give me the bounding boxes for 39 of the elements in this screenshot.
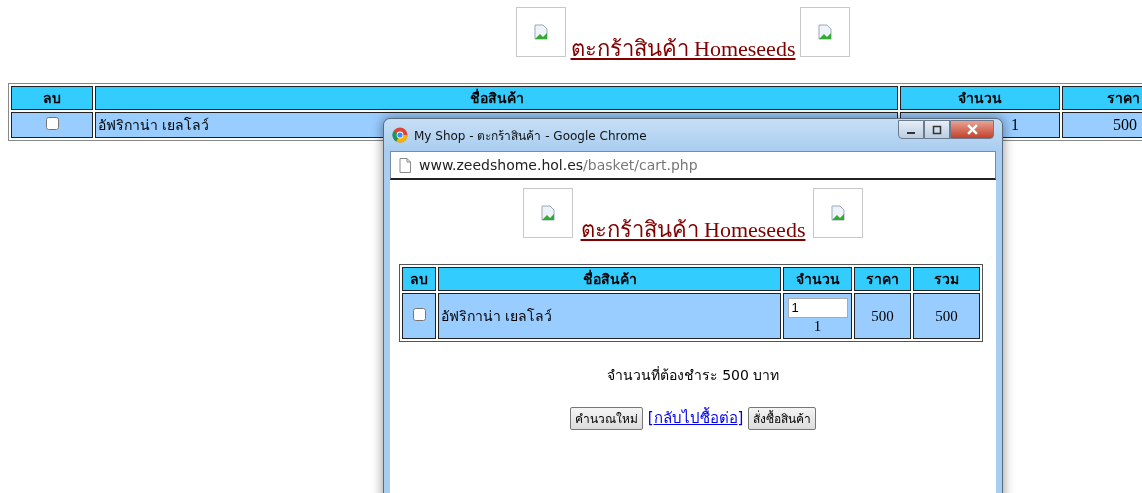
- form-button[interactable]: สั่งซื้อสินค้า: [748, 406, 817, 430]
- column-header: จำนวน: [900, 86, 1060, 110]
- column-header: รวม: [913, 267, 980, 291]
- delete-checkbox[interactable]: [45, 117, 59, 130]
- table-cell: 500: [854, 293, 911, 339]
- continue-shopping-link[interactable]: กลับไปซื้อต่อ: [653, 406, 738, 430]
- broken-image-icon: [539, 205, 556, 221]
- close-button[interactable]: [950, 120, 994, 139]
- column-header: ชื่อสินค้า: [438, 267, 781, 291]
- page-title-link[interactable]: ตะกร้าสินค้า Homeseeds: [580, 217, 806, 242]
- page-icon: [399, 157, 411, 173]
- column-header: ราคา: [854, 267, 911, 291]
- address-bar[interactable]: www.zeedshome.hol.es/basket/cart.php: [390, 151, 996, 180]
- column-header: ชื่อสินค้า: [95, 86, 898, 110]
- quantity-text: 1: [813, 317, 822, 334]
- broken-image-icon: [817, 24, 834, 40]
- page-title-link[interactable]: ตะกร้าสินค้า Homeseeds: [570, 36, 796, 61]
- form-button[interactable]: คำนวณใหม่: [569, 406, 643, 430]
- bracket-text: ]: [737, 409, 744, 427]
- column-header: ราคา: [1062, 86, 1142, 110]
- maximize-button[interactable]: [924, 120, 950, 139]
- minimize-icon: [907, 131, 915, 134]
- bracket-text: [: [647, 409, 654, 427]
- maximize-icon: [932, 124, 942, 135]
- column-header: ลบ: [11, 86, 93, 110]
- minimize-button[interactable]: [898, 120, 924, 139]
- column-header: จำนวน: [783, 267, 852, 291]
- broken-image-icon: [532, 24, 549, 40]
- table-cell: 500: [913, 293, 980, 339]
- table-cell: 500: [1062, 112, 1142, 138]
- column-header: ลบ: [402, 267, 436, 291]
- url-text: www.zeedshome.hol.es/basket/cart.php: [419, 157, 698, 173]
- delete-checkbox[interactable]: [412, 308, 426, 321]
- table-cell: อัฟริกาน่า เยลโลว์: [438, 293, 781, 339]
- browser-logo-icon: [392, 127, 408, 143]
- close-icon: [966, 124, 978, 135]
- payment-summary: จำนวนที่ต้องชำระ 500 บาท: [605, 365, 781, 385]
- quantity-field[interactable]: 1: [787, 297, 848, 318]
- broken-image-icon: [830, 205, 847, 221]
